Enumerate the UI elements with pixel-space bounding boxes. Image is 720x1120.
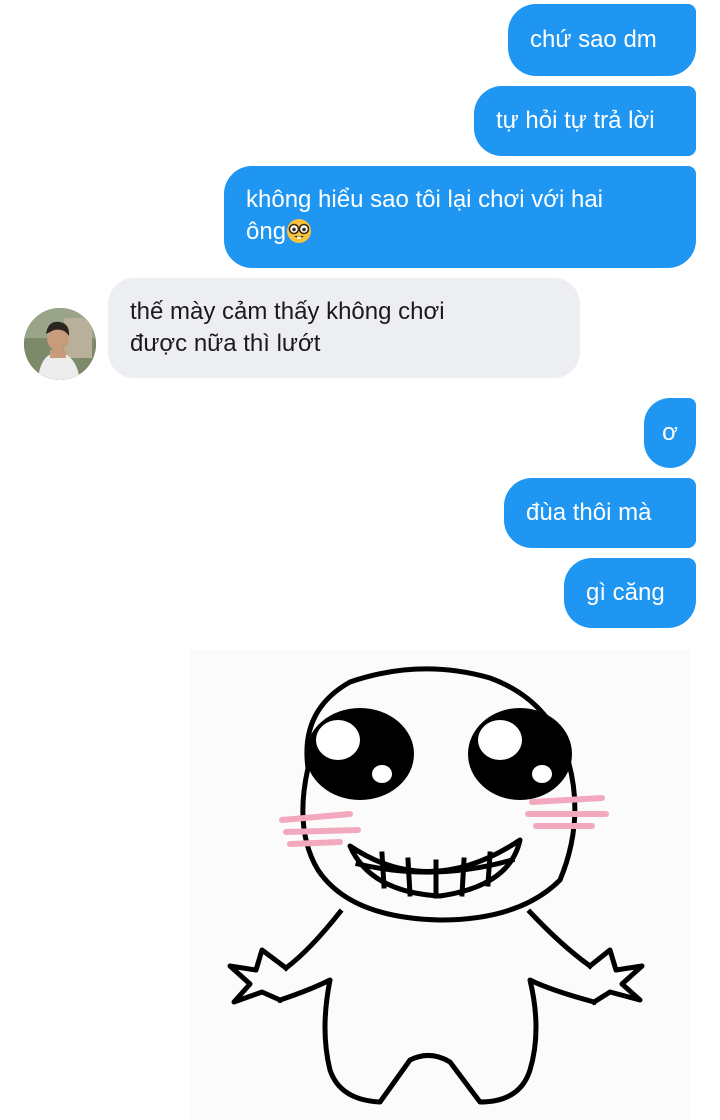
grinning-stick-figure-sticker bbox=[227, 666, 645, 1105]
avatar[interactable] bbox=[24, 308, 96, 380]
message-bubble-outgoing[interactable]: tự hỏi tự trả lời bbox=[474, 86, 696, 156]
message-text: ơ bbox=[662, 419, 678, 446]
message-bubble-outgoing[interactable]: ơ bbox=[644, 398, 696, 468]
message-text: đùa thôi mà bbox=[526, 499, 652, 526]
message-text: không hiểu sao tôi lại chơi với hai ông bbox=[246, 184, 603, 248]
message-bubble-outgoing[interactable]: đùa thôi mà bbox=[504, 478, 696, 548]
message-line: ông bbox=[246, 218, 287, 245]
nerd-face-icon bbox=[287, 219, 312, 243]
avatar-photo bbox=[24, 308, 96, 380]
message-text: chứ sao dm bbox=[530, 26, 657, 53]
message-bubble-outgoing[interactable]: không hiểu sao tôi lại chơi với hai ông bbox=[224, 166, 696, 268]
message-line-with-emoji: ông bbox=[246, 216, 603, 248]
message-line: không hiểu sao tôi lại chơi với hai bbox=[246, 186, 604, 213]
message-sticker[interactable] bbox=[190, 650, 690, 1120]
message-text: tự hỏi tự trả lời bbox=[496, 107, 655, 134]
message-bubble-incoming[interactable]: thế mày cảm thấy không chơi được nữa thì… bbox=[108, 278, 580, 378]
message-line: thế mày cảm thấy không chơi bbox=[130, 298, 445, 325]
message-bubble-outgoing[interactable]: chứ sao dm bbox=[508, 4, 696, 76]
message-line: được nữa thì lướt bbox=[130, 330, 321, 357]
message-bubble-outgoing[interactable]: gì căng bbox=[564, 558, 696, 628]
message-text: gì căng bbox=[586, 579, 665, 606]
